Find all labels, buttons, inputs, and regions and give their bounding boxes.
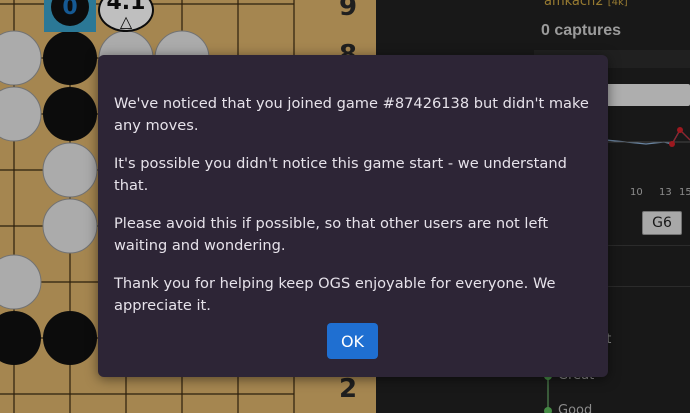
dialog-message: We've noticed that you joined game #8742… bbox=[114, 95, 589, 134]
no-moves-warning-dialog: We've noticed that you joined game #8742… bbox=[98, 55, 608, 377]
dialog-message: Please avoid this if possible, so that o… bbox=[114, 215, 549, 254]
dialog-message: Thank you for helping keep OGS enjoyable… bbox=[114, 275, 556, 314]
dialog-message: It's possible you didn't notice this gam… bbox=[114, 155, 567, 194]
ok-button[interactable]: OK bbox=[327, 323, 378, 359]
